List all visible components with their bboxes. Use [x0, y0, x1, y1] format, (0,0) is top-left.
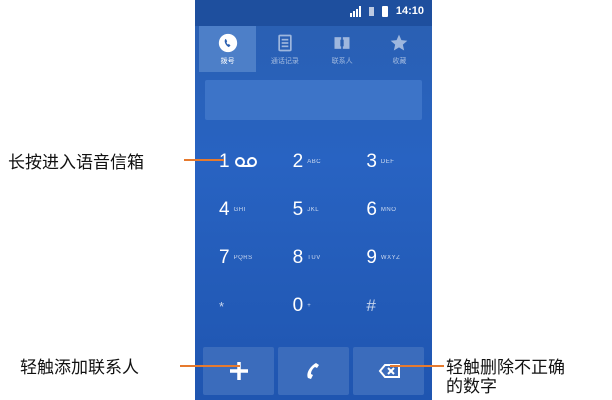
plus-icon — [229, 362, 248, 380]
delete-callout-line — [390, 365, 444, 367]
phone-handset-icon — [218, 33, 237, 52]
dialer-action-bar — [195, 347, 432, 395]
key-letters: PQRS — [233, 255, 253, 261]
key-4[interactable]: 4 GHI — [203, 186, 277, 234]
key-digit: 2 — [292, 151, 304, 172]
key-digit: 7 — [219, 247, 230, 268]
key-letters: ABC — [307, 159, 322, 165]
tab-label: 联系人 — [331, 57, 353, 65]
tab-dialer[interactable]: 拨号 — [199, 26, 257, 72]
key-letters: MNO — [380, 207, 397, 213]
key-8[interactable]: 8 TUV — [277, 234, 351, 282]
key-digit: * — [219, 298, 225, 314]
tab-label: 收藏 — [392, 57, 407, 65]
add-contact-button[interactable] — [203, 347, 274, 395]
key-digit: # — [366, 296, 376, 315]
add-contact-annotation: 轻触添加联系人 — [20, 358, 139, 378]
key-6[interactable]: 6 MNO — [350, 186, 424, 234]
tab-call-log[interactable]: 通话记录 — [256, 26, 313, 72]
voicemail-callout-line — [184, 159, 224, 161]
key-9[interactable]: 9 WXYZ — [350, 234, 424, 282]
key-1[interactable]: 1 — [203, 138, 277, 186]
contacts-icon — [334, 36, 350, 49]
key-letters: + — [307, 303, 312, 309]
key-letters: DEF — [380, 159, 395, 165]
key-letters: GHI — [233, 207, 246, 213]
key-digit: 6 — [366, 199, 377, 220]
tab-bar: 拨号 通话记录 联系人 收藏 — [199, 26, 428, 72]
key-3[interactable]: 3 DEF — [350, 138, 424, 186]
tab-contacts[interactable]: 联系人 — [314, 26, 371, 72]
notification-icon — [368, 6, 374, 16]
key-digit: 0 — [292, 295, 304, 316]
battery-icon — [381, 5, 388, 17]
key-5[interactable]: 5 JKL — [277, 186, 351, 234]
key-letters: WXYZ — [380, 255, 401, 261]
key-7[interactable]: 7 PQRS — [203, 234, 277, 282]
tab-favorites[interactable]: 收藏 — [371, 26, 428, 72]
delete-annotation-line2: 的数字 — [446, 377, 497, 397]
status-time: 14:10 — [395, 5, 424, 17]
key-digit: 8 — [292, 247, 304, 268]
backspace-icon — [378, 364, 400, 378]
phone-screen: 14:10 拨号 通话记录 联系人 收藏 1 2 ABC 3 DEF 4 GHI… — [195, 0, 432, 400]
key-digit: 9 — [366, 247, 377, 268]
add-contact-callout-line — [180, 365, 240, 367]
dial-keypad: 1 2 ABC 3 DEF 4 GHI 5 JKL 6 MNO 7 PQRS 8… — [203, 138, 424, 330]
key-hash[interactable]: # — [350, 282, 424, 330]
key-star[interactable]: * — [203, 282, 277, 330]
key-letters: JKL — [307, 207, 320, 213]
key-letters: TUV — [307, 255, 321, 261]
tab-label: 拨号 — [220, 57, 235, 65]
number-input-field[interactable] — [205, 80, 422, 120]
voicemail-icon — [234, 157, 257, 167]
voicemail-annotation: 长按进入语音信箱 — [8, 153, 144, 173]
status-bar: 14:10 — [195, 0, 432, 26]
phone-call-icon — [306, 363, 319, 379]
delete-digit-button[interactable] — [353, 347, 424, 395]
tab-label: 通话记录 — [270, 57, 299, 65]
call-button[interactable] — [278, 347, 349, 395]
star-icon — [391, 34, 408, 50]
key-digit: 4 — [219, 199, 230, 220]
key-digit: 5 — [292, 199, 304, 220]
key-0[interactable]: 0 + — [277, 282, 351, 330]
key-2[interactable]: 2 ABC — [277, 138, 351, 186]
call-log-icon — [278, 34, 292, 51]
signal-icon — [349, 5, 361, 17]
key-digit: 1 — [219, 151, 230, 172]
key-digit: 3 — [366, 151, 377, 172]
